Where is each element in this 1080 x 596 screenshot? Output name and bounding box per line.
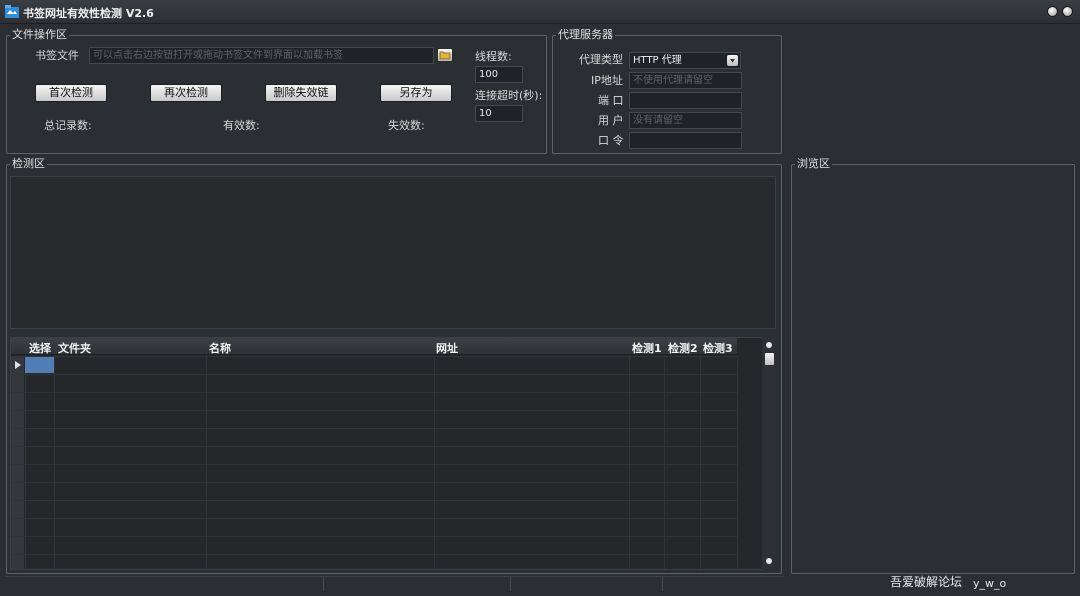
table-column-line [54, 355, 55, 569]
user-label: 用 户 [598, 114, 624, 127]
row-pointer-icon [15, 361, 21, 369]
row-header[interactable] [11, 429, 24, 446]
status-separator [510, 577, 511, 591]
watermark-text: 吾爱破解论坛 [890, 575, 963, 589]
row-header[interactable] [11, 501, 24, 518]
password-input[interactable] [629, 132, 742, 149]
close-button[interactable] [1062, 6, 1073, 17]
row-header[interactable] [11, 537, 24, 554]
row-header[interactable] [11, 465, 24, 482]
check-area-group-label: 检测区 [10, 157, 47, 171]
window-title: 书签网址有效性检测 V2.6 [23, 7, 154, 20]
bookmark-file-label: 书签文件 [35, 49, 79, 62]
status-bar [5, 576, 784, 591]
ip-address-label: IP地址 [591, 74, 623, 87]
table-column-line [25, 355, 26, 569]
column-header-check3[interactable]: 检测3 [703, 340, 733, 356]
folder-icon [439, 51, 451, 60]
row-header[interactable] [11, 411, 24, 428]
row-header[interactable] [11, 447, 24, 464]
user-input[interactable]: 没有请留空 [629, 112, 742, 129]
column-header-check1[interactable]: 检测1 [632, 340, 662, 356]
open-file-button[interactable] [437, 48, 453, 62]
timeout-input[interactable]: 10 [475, 105, 523, 122]
table-scrollbar[interactable] [762, 337, 776, 570]
file-operation-group-label: 文件操作区 [10, 28, 69, 42]
row-header[interactable] [11, 555, 24, 569]
selected-cell[interactable] [25, 357, 54, 373]
threads-label: 线程数: [475, 50, 512, 63]
total-records-label: 总记录数: [44, 119, 92, 132]
first-check-button[interactable]: 首次检测 [35, 84, 107, 102]
table-column-line [434, 355, 435, 569]
chevron-down-icon [727, 55, 738, 66]
browse-area-group-label: 浏览区 [795, 157, 832, 171]
table-column-line [737, 355, 738, 569]
table-column-line [700, 355, 701, 569]
bookmark-file-input[interactable]: 可以点击右边按钮打开或拖动书签文件到界面以加载书签 [89, 47, 434, 64]
column-header-select[interactable]: 选择 [29, 340, 51, 356]
password-label: 口 令 [598, 134, 624, 147]
bookmark-table[interactable]: 选择 文件夹 名称 网址 检测1 检测2 检测3 [10, 337, 776, 570]
table-header: 选择 文件夹 名称 网址 检测1 检测2 检测3 [11, 338, 737, 355]
column-header-name[interactable]: 名称 [209, 340, 231, 356]
row-header[interactable] [11, 483, 24, 500]
column-header-url[interactable]: 网址 [436, 340, 458, 356]
port-label: 端 口 [598, 94, 624, 107]
table-column-line [206, 355, 207, 569]
recheck-button[interactable]: 再次检测 [150, 84, 222, 102]
status-separator [323, 577, 324, 591]
column-header-check2[interactable]: 检测2 [668, 340, 698, 356]
table-column-line [664, 355, 665, 569]
proxy-type-label: 代理类型 [579, 53, 623, 66]
status-separator [662, 577, 663, 591]
row-header[interactable] [11, 393, 24, 410]
save-as-button[interactable]: 另存为 [380, 84, 452, 102]
threads-input[interactable]: 100 [475, 66, 523, 83]
title-bar: 书签网址有效性检测 V2.6 [0, 0, 1080, 24]
check-log-panel [10, 176, 776, 329]
valid-count-label: 有效数: [223, 119, 260, 132]
row-header[interactable] [11, 375, 24, 392]
scroll-up-icon[interactable] [766, 342, 772, 348]
port-input[interactable] [629, 92, 742, 109]
scroll-down-icon[interactable] [766, 558, 772, 564]
app-logo-icon [5, 5, 19, 18]
author-text: y_w_o [973, 577, 1007, 590]
browse-area-group: 浏览区 [791, 157, 1075, 574]
row-header[interactable] [11, 519, 24, 536]
scroll-thumb[interactable] [765, 353, 774, 365]
proxy-type-select[interactable]: HTTP 代理 [629, 52, 741, 69]
proxy-group-label: 代理服务器 [556, 28, 615, 42]
ip-address-input[interactable]: 不使用代理请留空 [629, 72, 742, 89]
minimize-button[interactable] [1047, 6, 1058, 17]
timeout-label: 连接超时(秒): [475, 89, 543, 102]
column-header-folder[interactable]: 文件夹 [58, 340, 91, 356]
table-column-line [629, 355, 630, 569]
delete-invalid-button[interactable]: 删除失效链 [265, 84, 337, 102]
proxy-type-value: HTTP 代理 [633, 55, 682, 66]
invalid-count-label: 失效数: [388, 119, 425, 132]
